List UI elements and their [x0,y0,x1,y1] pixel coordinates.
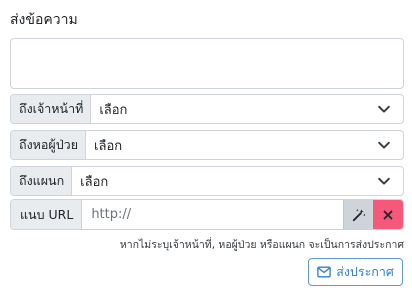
staff-select-value: เลือก [99,102,128,118]
chevron-down-icon [378,141,390,149]
department-label: ถึงแผนก [11,167,73,195]
magic-button[interactable] [343,200,373,229]
form-title: ส่งข้อความ [10,12,78,28]
chevron-down-icon [378,105,390,113]
url-label: แนบ URL [11,200,83,229]
staff-label: ถึงเจ้าหน้าที่ [11,95,92,123]
ward-select-group: ถึงหอผู้ป่วย เลือก [10,130,404,160]
envelope-icon [317,266,331,278]
clear-button[interactable] [373,200,403,229]
magic-wand-icon [352,208,366,221]
ward-select-value: เลือก [94,138,123,154]
close-icon [383,210,393,219]
staff-select-group: ถึงเจ้าหน้าที่ เลือก [10,94,404,124]
ward-select[interactable]: เลือก [86,131,403,159]
form-hint: หากไม่ระบุเจ้าหน้าที่, หอผู้ป่วย หรือแผน… [119,239,404,251]
department-select-group: ถึงแผนก เลือก [10,166,404,196]
send-announcement-button[interactable]: ส่งประกาศ [308,258,403,286]
staff-select[interactable]: เลือก [91,95,403,123]
send-button-label: ส่งประกาศ [336,264,394,279]
department-select[interactable]: เลือก [72,167,403,195]
ward-label: ถึงหอผู้ป่วย [11,131,87,159]
department-select-value: เลือก [80,174,109,190]
message-textarea[interactable] [10,38,404,89]
url-input-group: แนบ URL http:// [10,199,404,230]
url-input[interactable]: http:// [82,200,343,229]
chevron-down-icon [378,177,390,185]
